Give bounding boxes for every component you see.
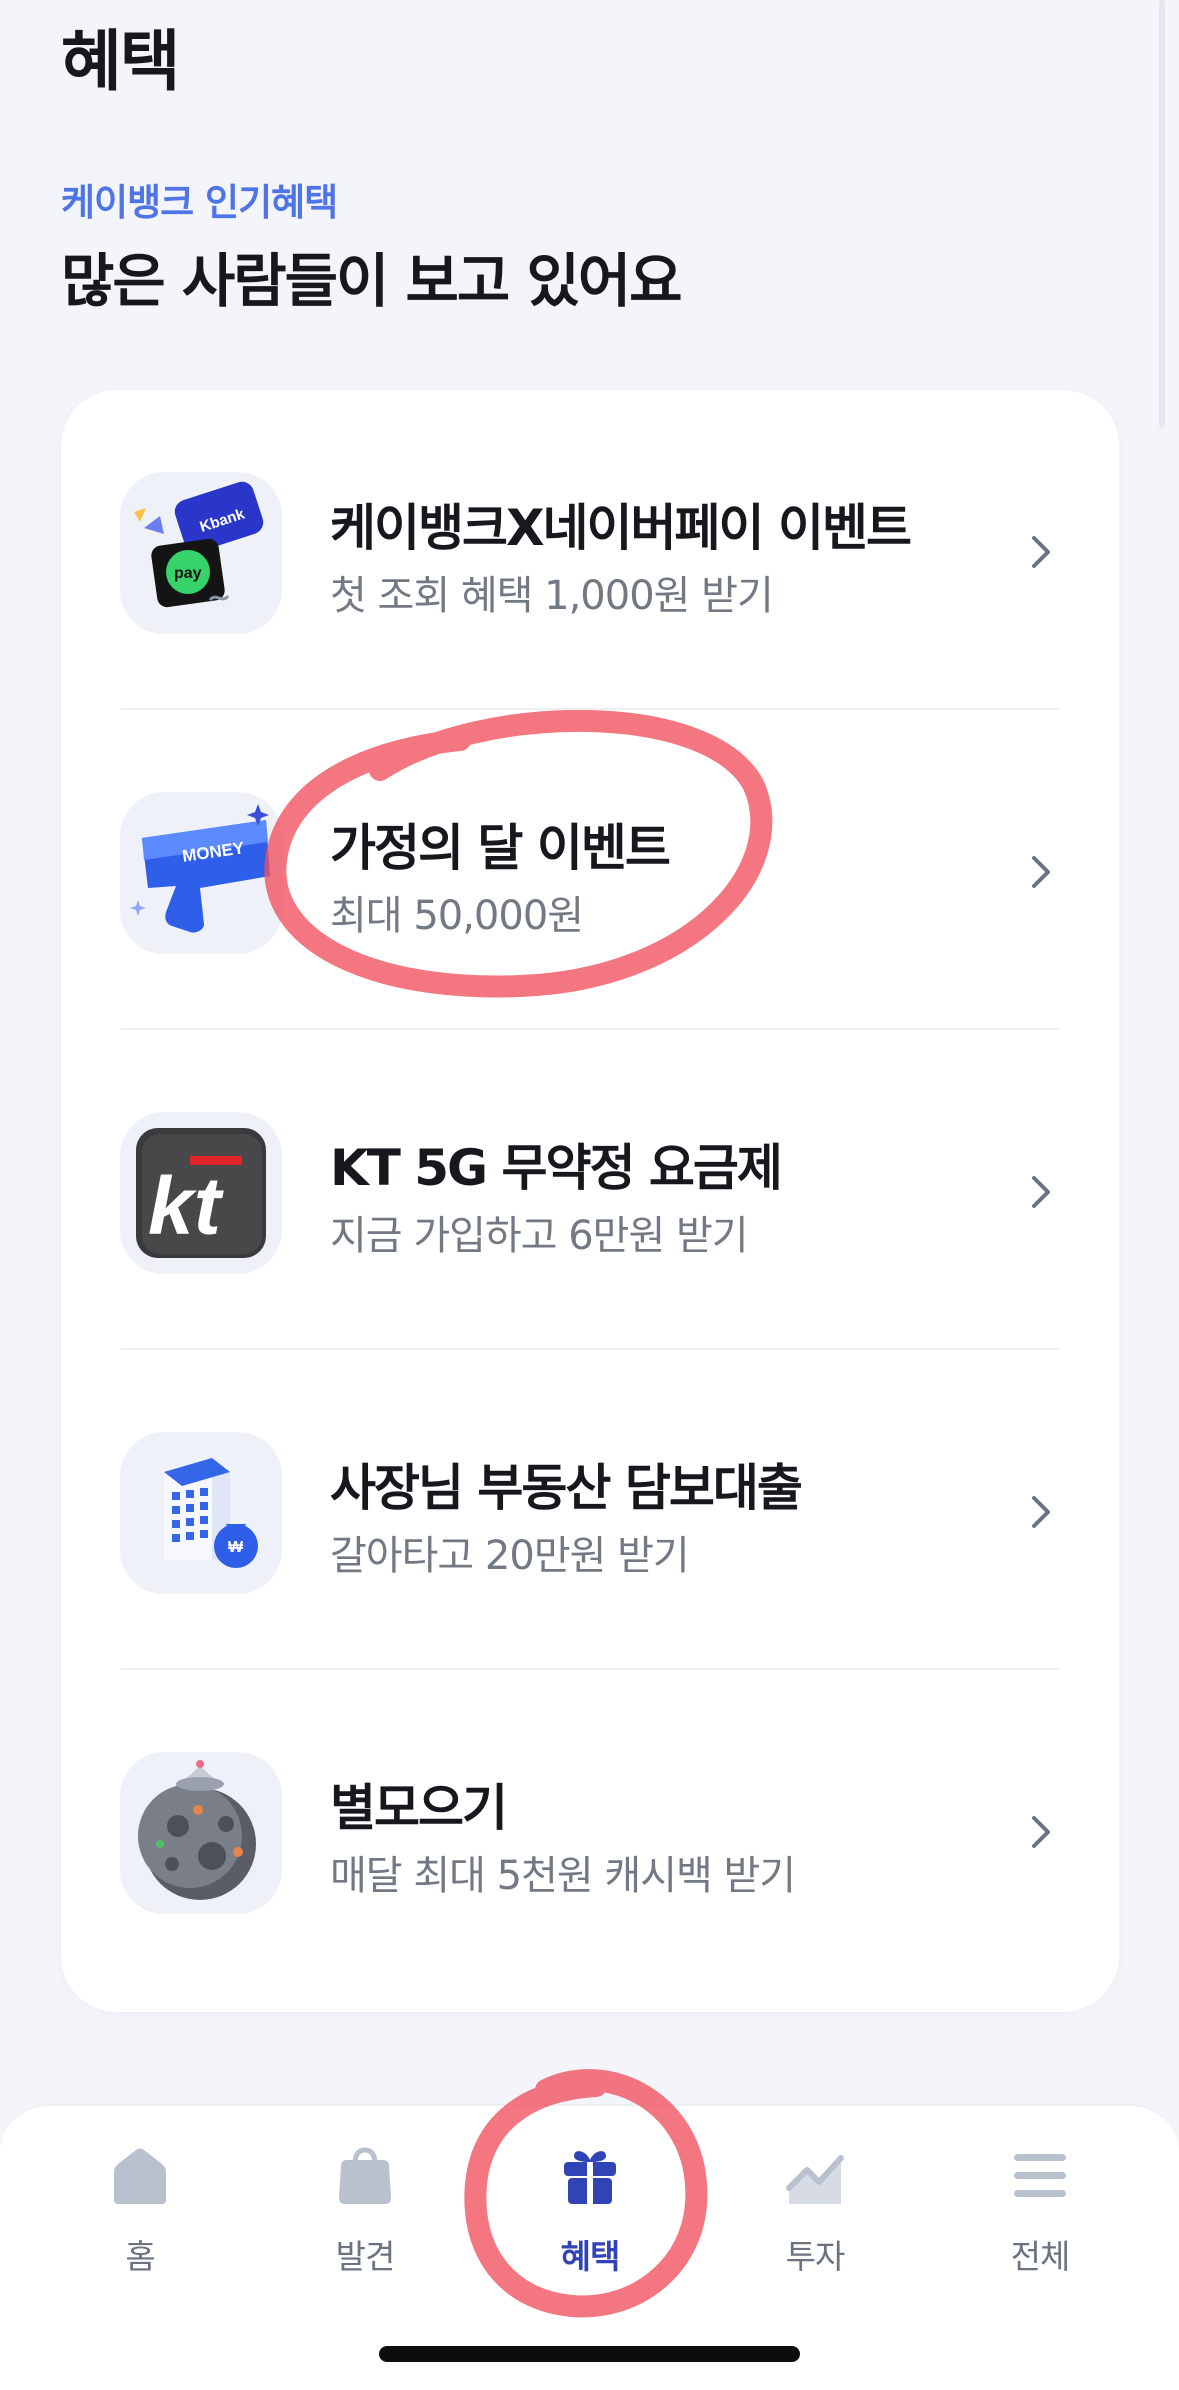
- svg-text:pay: pay: [174, 565, 202, 582]
- benefit-subtitle: 지금 가입하고 6만원 받기: [330, 1213, 749, 1259]
- gift-icon: [564, 2151, 616, 2204]
- section-title: 많은 사람들이 보고 있어요: [61, 247, 683, 315]
- chevron-right-icon: [1032, 1496, 1050, 1528]
- benefit-row-kt-5g[interactable]: kt KT 5G 무약정 요금제 지금 가입하고 6만원 받기: [61, 1030, 1119, 1350]
- money-gun-icon: MONEY: [120, 792, 282, 954]
- benefit-subtitle: 첫 조회 혜택 1,000원 받기: [330, 573, 774, 619]
- benefit-subtitle: 갈아타고 20만원 받기: [330, 1533, 690, 1579]
- svg-text:kt: kt: [148, 1161, 225, 1252]
- tab-discover[interactable]: 발견: [265, 2130, 465, 2310]
- benefit-subtitle: 최대 50,000원: [330, 893, 584, 939]
- benefit-title: 별모으기: [330, 1779, 508, 1837]
- tab-label: 홈: [125, 2237, 155, 2276]
- tab-all[interactable]: 전체: [940, 2130, 1140, 2310]
- tab-invest[interactable]: 투자: [715, 2130, 915, 2310]
- benefits-card: Kbank pay 케이뱅크X네이버페이 이벤트 첫 조회 혜택 1,000원 …: [61, 390, 1119, 2012]
- moon-planet-icon: [120, 1752, 282, 1914]
- tab-label: 투자: [785, 2237, 846, 2276]
- tab-benefits[interactable]: 혜택: [490, 2130, 690, 2310]
- section-eyebrow: 케이뱅크 인기혜택: [61, 181, 338, 224]
- chevron-right-icon: [1032, 1176, 1050, 1208]
- chevron-right-icon: [1032, 536, 1050, 568]
- tab-label: 발견: [335, 2237, 396, 2276]
- chart-icon: [786, 2155, 844, 2204]
- kbank-naverpay-icon: Kbank pay: [120, 472, 282, 634]
- benefit-row-real-estate-loan[interactable]: ₩ 사장님 부동산 담보대출 갈아타고 20만원 받기: [61, 1350, 1119, 1670]
- tab-label: 혜택: [560, 2237, 621, 2276]
- benefit-title: 사장님 부동산 담보대출: [330, 1459, 803, 1517]
- chevron-right-icon: [1032, 856, 1050, 888]
- benefit-title: KT 5G 무약정 요금제: [330, 1139, 783, 1197]
- menu-icon: [1014, 2154, 1066, 2197]
- shopping-bag-icon: [339, 2147, 391, 2204]
- benefit-row-star-collect[interactable]: 별모으기 매달 최대 5천원 캐시백 받기: [61, 1670, 1119, 1990]
- benefit-row-family-month[interactable]: MONEY 가정의 달 이벤트 최대 50,000원: [61, 710, 1119, 1030]
- kt-logo-icon: kt: [120, 1112, 282, 1274]
- home-indicator[interactable]: [379, 2346, 800, 2362]
- building-money-icon: ₩: [120, 1432, 282, 1594]
- chevron-right-icon: [1032, 1816, 1050, 1848]
- page-title: 혜택: [61, 23, 180, 100]
- scrollbar[interactable]: [1159, 0, 1165, 428]
- benefit-row-kbank-naverpay[interactable]: Kbank pay 케이뱅크X네이버페이 이벤트 첫 조회 혜택 1,000원 …: [61, 390, 1119, 710]
- benefit-title: 가정의 달 이벤트: [330, 819, 671, 877]
- tab-home[interactable]: 홈: [40, 2130, 240, 2310]
- benefit-subtitle: 매달 최대 5천원 캐시백 받기: [330, 1853, 796, 1899]
- benefit-title: 케이뱅크X네이버페이 이벤트: [330, 499, 912, 557]
- tab-label: 전체: [1010, 2237, 1071, 2276]
- home-icon: [114, 2148, 166, 2204]
- svg-text:₩: ₩: [228, 1539, 244, 1556]
